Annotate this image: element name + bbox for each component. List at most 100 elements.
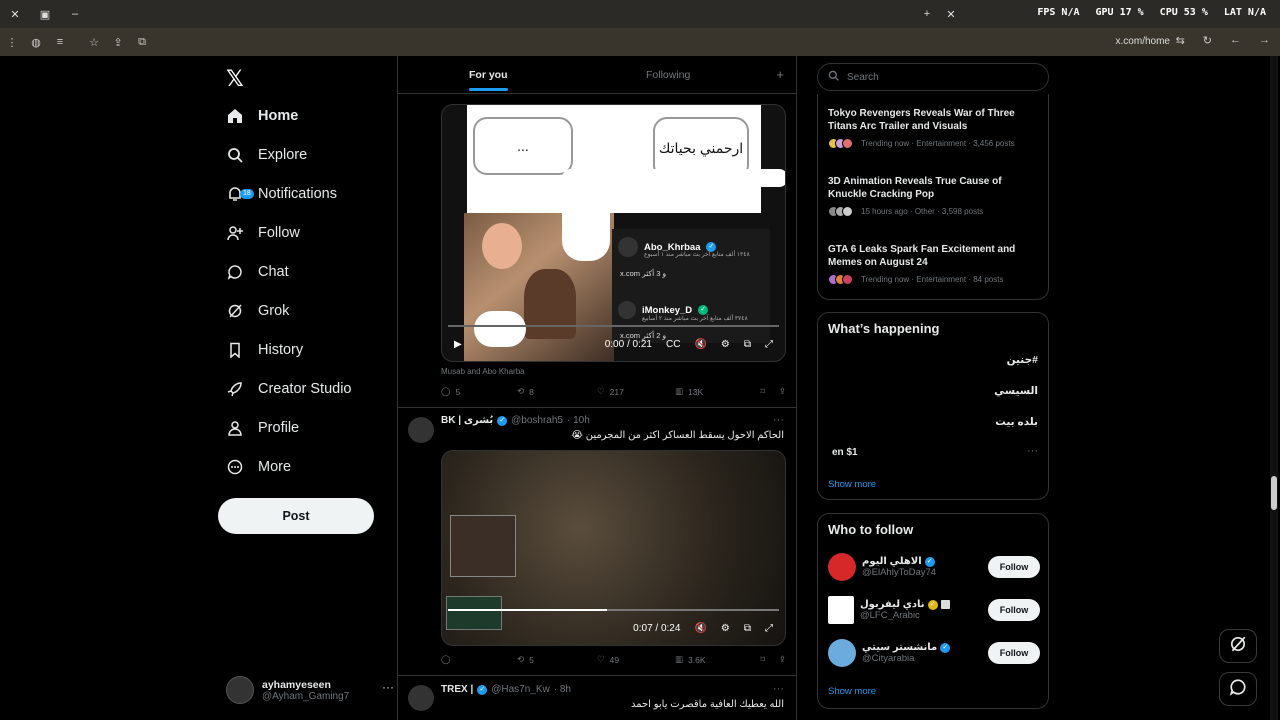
cpu-readout: CPU 53 %	[1159, 7, 1208, 18]
minimize-icon[interactable]: –	[60, 8, 90, 20]
tweet-actions: ◯ 5 ⟲ 8 ♡ 217 ▥ 13K ⌑ ⇪	[441, 386, 786, 397]
tab-for-you[interactable]: For you	[469, 69, 508, 91]
repost-button[interactable]: ⟲ 5	[517, 654, 597, 665]
search-input[interactable]: Search	[817, 63, 1049, 91]
fullscreen-icon[interactable]: ⤢	[765, 339, 773, 350]
follow-suggestion[interactable]: مانشستر سيتي ✓ @Cityarabia Follow	[828, 636, 1040, 670]
close-icon[interactable]: ✕	[0, 8, 30, 21]
card-meta: ٣٧٤٨ ألف متابع آخر بث مباشر منذ ٢ أسابيع	[642, 316, 748, 322]
browser-tab-bar: ✕ ▣ – + ✕ FPS N/A GPU 17 % CPU 53 % LAT …	[0, 0, 1280, 28]
captions-icon[interactable]: CC	[666, 339, 680, 350]
show-more-link[interactable]: Show more	[828, 479, 876, 490]
settings-icon[interactable]: ⚙	[721, 339, 730, 350]
more-icon[interactable]: ···	[382, 680, 394, 694]
repost-count: 8	[529, 386, 534, 397]
back-icon[interactable]: ←	[1230, 34, 1241, 47]
reply-count: 5	[455, 386, 461, 397]
tweet-video[interactable]: ... ارحمني بحياتك Abo_Khrbaa ✓ ١٣٤٨ ألف …	[441, 104, 786, 362]
trend-item[interactable]: #جنين	[1007, 354, 1038, 366]
tweet-author-name[interactable]: BK | بُشرى	[441, 415, 493, 426]
forward-icon[interactable]: →	[1259, 34, 1270, 47]
menu-dots-icon[interactable]: ⋮	[0, 36, 24, 49]
reload-icon[interactable]: ↻	[1203, 34, 1212, 47]
tabs-icon[interactable]: ⇆	[1176, 34, 1185, 47]
avatar[interactable]	[408, 417, 434, 443]
follow-button[interactable]: Follow	[988, 599, 1040, 621]
heart-icon: ♡	[597, 386, 605, 396]
scrollbar-thumb[interactable]	[1271, 476, 1277, 510]
nav-notifications[interactable]: 18 Notifications	[226, 176, 337, 212]
bookmark-icon[interactable]: ⌑	[761, 654, 765, 665]
follow-button[interactable]: Follow	[988, 556, 1040, 578]
settings-icon[interactable]: ⚙	[721, 623, 730, 634]
mute-icon[interactable]: 🔇	[694, 339, 706, 350]
trend-item[interactable]: بلده بيت	[995, 416, 1038, 428]
more-icon[interactable]: ···	[773, 414, 784, 426]
screenshot-icon[interactable]: ⧉	[130, 36, 154, 49]
nav-chat[interactable]: Chat	[226, 254, 289, 290]
repost-button[interactable]: ⟲ 8	[517, 386, 597, 397]
star-icon[interactable]: ☆	[82, 36, 106, 49]
more-icon[interactable]: ···	[1027, 445, 1038, 457]
play-icon[interactable]: ▶	[454, 339, 462, 350]
tweet-author-handle[interactable]: @Has7n_Kw	[491, 684, 550, 695]
post-button[interactable]: Post	[218, 498, 374, 534]
scrollbar[interactable]	[1270, 56, 1278, 720]
trend-item[interactable]: Tokyo Revengers Reveals War of Three Tit…	[828, 107, 1042, 149]
avatar	[618, 301, 636, 319]
share-icon[interactable]: ⇪	[779, 386, 786, 397]
address-bar[interactable]: x.com/home	[1116, 36, 1170, 47]
reply-button[interactable]: ◯ 5	[441, 386, 517, 397]
nav-label: Grok	[258, 303, 290, 319]
mute-icon[interactable]: 🔇	[694, 623, 706, 634]
views-button[interactable]: ▥ 13K	[675, 386, 751, 397]
tab-following[interactable]: Following	[646, 69, 690, 81]
nav-home[interactable]: Home	[226, 98, 298, 134]
like-button[interactable]: ♡ 49	[597, 654, 675, 665]
reply-button[interactable]: ◯	[441, 654, 517, 665]
nav-follow[interactable]: Follow	[226, 215, 300, 251]
messages-button[interactable]	[1219, 672, 1257, 706]
show-more-link[interactable]: Show more	[828, 686, 876, 697]
tab-icon[interactable]: ▣	[30, 8, 60, 21]
nav-history[interactable]: History	[226, 332, 303, 368]
nav-explore[interactable]: Explore	[226, 137, 307, 173]
close-tab-icon[interactable]: ✕	[936, 8, 966, 21]
tweet-time[interactable]: · 10h	[567, 415, 590, 426]
trend-item[interactable]: GTA 6 Leaks Spark Fan Excitement and Mem…	[828, 243, 1042, 285]
nav-grok[interactable]: Grok	[226, 293, 289, 329]
follow-button[interactable]: Follow	[988, 642, 1040, 664]
site-icon[interactable]: ◍	[24, 36, 48, 49]
x-logo-icon[interactable]: 𝕏	[226, 66, 244, 92]
views-button[interactable]: ▥ 3.6K	[675, 654, 751, 665]
tweet-author-name[interactable]: TREX |	[441, 684, 473, 695]
tweet-time[interactable]: · 8h	[554, 684, 571, 695]
nav-label: Home	[258, 108, 299, 124]
nav-creator-studio[interactable]: Creator Studio	[226, 371, 352, 407]
avatar	[828, 639, 856, 667]
nav-profile[interactable]: Profile	[226, 410, 299, 446]
share-icon[interactable]: ⇪	[779, 654, 786, 665]
grok-button[interactable]	[1219, 629, 1257, 663]
tweet-author-handle[interactable]: @boshrah5	[511, 415, 563, 426]
follow-suggestion[interactable]: الاهلي اليوم ✓ @ElAhlyToDay74 Follow	[828, 550, 1040, 584]
bookmark-icon	[226, 341, 244, 359]
nav-more[interactable]: More	[226, 449, 291, 485]
share-icon[interactable]: ⇪	[106, 36, 130, 49]
bookmark-icon[interactable]: ⌑	[761, 386, 765, 397]
pip-icon[interactable]: ⧉	[744, 623, 751, 634]
account-switcher[interactable]: ayhamyeseen @Ayham_Gaming7 ···	[226, 672, 394, 708]
trend-item[interactable]: السيسي	[994, 385, 1038, 397]
like-button[interactable]: ♡ 217	[597, 386, 675, 397]
avatar[interactable]	[408, 685, 434, 711]
nav-label: Follow	[258, 225, 300, 241]
fullscreen-icon[interactable]: ⤢	[765, 623, 773, 634]
tweet-video[interactable]: 0:07 / 0:24 🔇 ⚙ ⧉ ⤢	[441, 450, 786, 646]
trend-item[interactable]: en $1	[832, 447, 858, 458]
trend-item[interactable]: 3D Animation Reveals True Cause of Knuck…	[828, 175, 1042, 217]
add-tab-icon[interactable]: +	[776, 67, 784, 82]
more-icon[interactable]: ···	[773, 683, 784, 695]
reader-icon[interactable]: ≡	[48, 36, 72, 48]
follow-suggestion[interactable]: نادي ليفربول ✓ @LFC_Arabic Follow	[828, 593, 1040, 627]
pip-icon[interactable]: ⧉	[744, 339, 751, 350]
